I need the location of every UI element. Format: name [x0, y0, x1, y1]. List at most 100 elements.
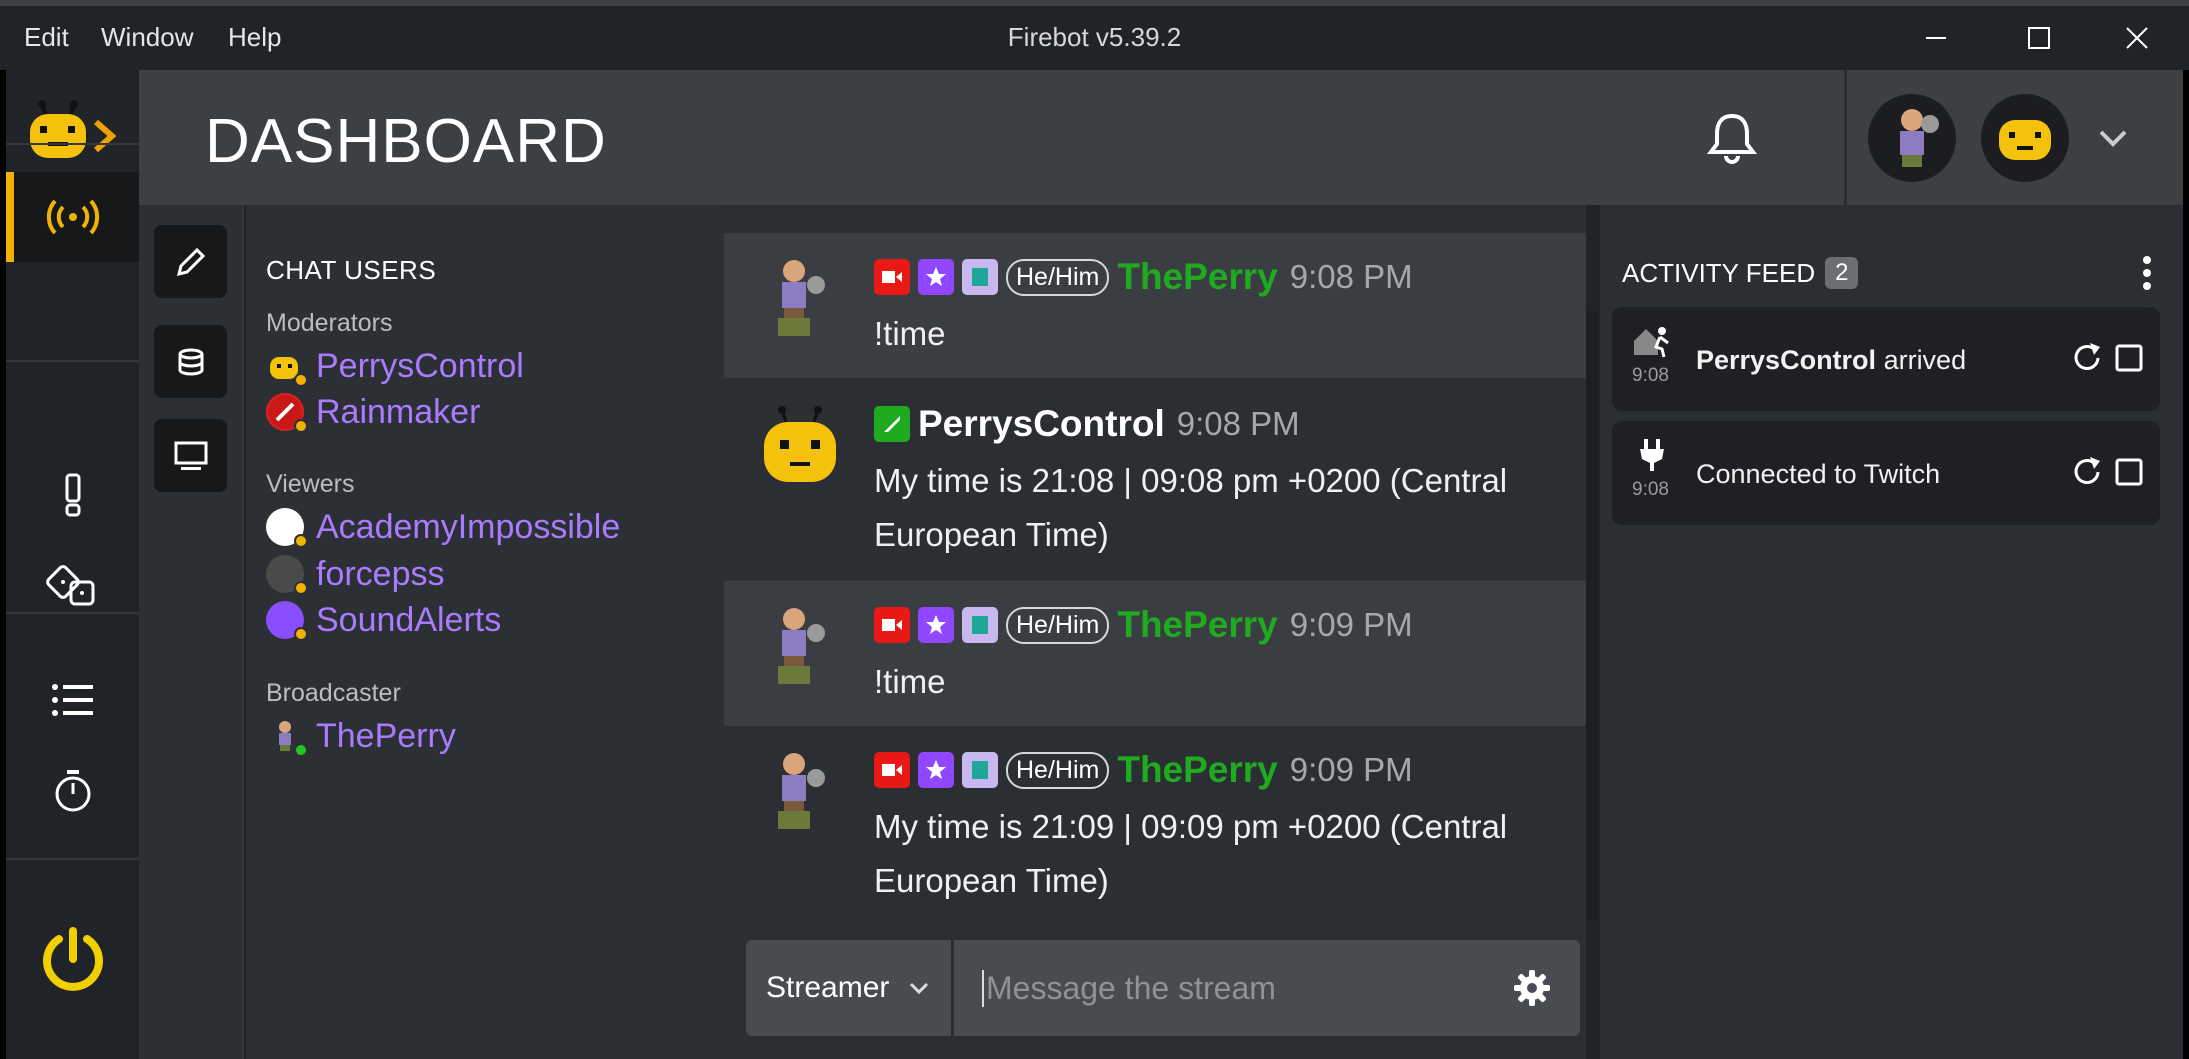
- moderators-label: Moderators: [266, 309, 393, 337]
- viewers-label: Viewers: [266, 470, 355, 498]
- user-item[interactable]: forcepss: [266, 553, 445, 595]
- chat-message[interactable]: PerrysControl 9:08 PM My time is 21:08 |…: [724, 378, 1586, 581]
- extension-badge: [962, 259, 998, 295]
- chat-panel: He/Him ThePerry 9:08 PM !time PerrysCont…: [724, 205, 1586, 1059]
- extension-badge: [962, 752, 998, 788]
- message-time: 9:08 PM: [1289, 258, 1413, 295]
- plug-icon: [1632, 437, 1672, 478]
- edit-layout-button[interactable]: [154, 225, 227, 298]
- activity-time: 9:08: [1632, 479, 1669, 500]
- pencil-icon: [176, 247, 205, 276]
- nav-commands[interactable]: [6, 450, 139, 540]
- user-item[interactable]: PerrysControl: [266, 345, 524, 387]
- nav-timers[interactable]: [6, 746, 139, 836]
- avatar: [760, 400, 840, 500]
- dice-icon: [45, 565, 94, 606]
- power-icon: [42, 927, 103, 991]
- moderator-badge: [874, 406, 910, 442]
- header-bar: DASHBOARD: [139, 70, 1844, 205]
- message-time: 9:09 PM: [1289, 606, 1413, 643]
- account-switcher[interactable]: [1844, 70, 2183, 205]
- avatar: [760, 744, 840, 844]
- pronoun-badge: He/Him: [1006, 258, 1110, 296]
- activity-text: Connected to Twitch: [1696, 459, 1941, 489]
- title-bar: Edit Window Help Firebot v5.39.2: [0, 0, 2189, 70]
- message-time: 9:08 PM: [1176, 405, 1300, 442]
- chat-input-bar: Streamer Message the stream: [746, 940, 1580, 1036]
- subscriber-badge: [918, 752, 954, 788]
- exclamation-icon: [65, 473, 80, 517]
- database-button[interactable]: [154, 325, 227, 398]
- retrigger-icon[interactable]: [2070, 455, 2104, 494]
- broadcaster-badge: [874, 259, 910, 295]
- broadcaster-badge: [874, 752, 910, 788]
- close-button[interactable]: [2117, 18, 2157, 58]
- user-item[interactable]: SoundAlerts: [266, 599, 501, 641]
- chat-message[interactable]: He/Him ThePerry 9:09 PM !time: [724, 581, 1586, 726]
- activity-item[interactable]: 9:08 Connected to Twitch: [1612, 421, 2160, 525]
- message-username[interactable]: PerrysControl: [918, 403, 1165, 445]
- page-title: DASHBOARD: [205, 107, 607, 176]
- user-item[interactable]: ThePerry: [266, 715, 456, 757]
- minimize-button[interactable]: [1916, 18, 1956, 58]
- activity-count-badge: 2: [1825, 257, 1859, 289]
- list-icon: [51, 684, 93, 716]
- message-username[interactable]: ThePerry: [1117, 749, 1277, 791]
- chevron-down-icon[interactable]: [2095, 120, 2131, 161]
- nav-games[interactable]: [6, 536, 139, 636]
- subscriber-badge: [918, 259, 954, 295]
- more-options-icon[interactable]: [2140, 255, 2154, 296]
- stopwatch-icon: [55, 770, 90, 812]
- gear-icon[interactable]: [1512, 968, 1552, 1013]
- coins-icon: [178, 348, 203, 375]
- extension-badge: [962, 607, 998, 643]
- connection-power-button[interactable]: [6, 900, 139, 1020]
- message-text: !time: [874, 315, 946, 352]
- message-time: 9:09 PM: [1289, 751, 1413, 788]
- message-text: My time is 21:08 | 09:08 pm +0200 (Centr…: [874, 462, 1508, 553]
- acknowledge-checkbox[interactable]: [2112, 455, 2146, 494]
- chat-users-panel: CHAT USERS Moderators PerrysControl Rain…: [246, 205, 724, 1059]
- broadcaster-badge: [874, 607, 910, 643]
- window-title: Firebot v5.39.2: [1007, 22, 1182, 52]
- chevron-down-icon: [910, 982, 929, 995]
- pronoun-badge: He/Him: [1006, 606, 1110, 644]
- broadcast-icon: [46, 199, 99, 235]
- left-nav: [6, 70, 139, 1059]
- activity-feed-title: ACTIVITY FEED 2: [1622, 257, 1859, 289]
- pronoun-badge: He/Him: [1006, 751, 1110, 789]
- activity-text: PerrysControl arrived: [1696, 345, 1967, 375]
- firebot-logo-icon[interactable]: [28, 98, 128, 183]
- bell-icon[interactable]: [1707, 112, 1757, 169]
- chat-message[interactable]: He/Him ThePerry 9:09 PM My time is 21:09…: [724, 726, 1586, 926]
- subscriber-badge: [918, 607, 954, 643]
- message-username[interactable]: ThePerry: [1117, 256, 1277, 298]
- activity-item[interactable]: 9:08 PerrysControl arrived: [1612, 307, 2160, 411]
- avatar: [760, 251, 840, 351]
- message-input[interactable]: Message the stream: [982, 970, 1276, 1007]
- streamer-avatar[interactable]: [1868, 94, 1956, 182]
- chat-scrollbar[interactable]: [1586, 310, 1598, 920]
- broadcaster-label: Broadcaster: [266, 679, 401, 707]
- acknowledge-checkbox[interactable]: [2112, 341, 2146, 380]
- chat-as-dropdown[interactable]: Streamer: [746, 940, 954, 1036]
- bot-avatar[interactable]: [1981, 94, 2069, 182]
- chat-as-label: Streamer: [766, 971, 890, 1004]
- message-text: !time: [874, 663, 946, 700]
- chat-message[interactable]: He/Him ThePerry 9:08 PM !time: [724, 233, 1586, 378]
- overlay-button[interactable]: [154, 419, 227, 492]
- maximize-button[interactable]: [2018, 18, 2058, 58]
- user-item[interactable]: Rainmaker: [266, 391, 480, 433]
- message-username[interactable]: ThePerry: [1117, 604, 1277, 646]
- user-item[interactable]: AcademyImpossible: [266, 506, 620, 548]
- dashboard-tools: [139, 205, 244, 1059]
- top-edge: [0, 0, 2189, 6]
- retrigger-icon[interactable]: [2070, 341, 2104, 380]
- nav-dashboard[interactable]: [6, 172, 139, 262]
- avatar: [760, 599, 840, 699]
- monitor-icon: [174, 441, 207, 470]
- chat-users-title: CHAT USERS: [266, 255, 437, 285]
- activity-feed-panel: ACTIVITY FEED 2 9:08 PerrysControl arriv…: [1600, 205, 2183, 1059]
- door-walk-icon: [1632, 323, 1672, 364]
- nav-events[interactable]: [6, 655, 139, 745]
